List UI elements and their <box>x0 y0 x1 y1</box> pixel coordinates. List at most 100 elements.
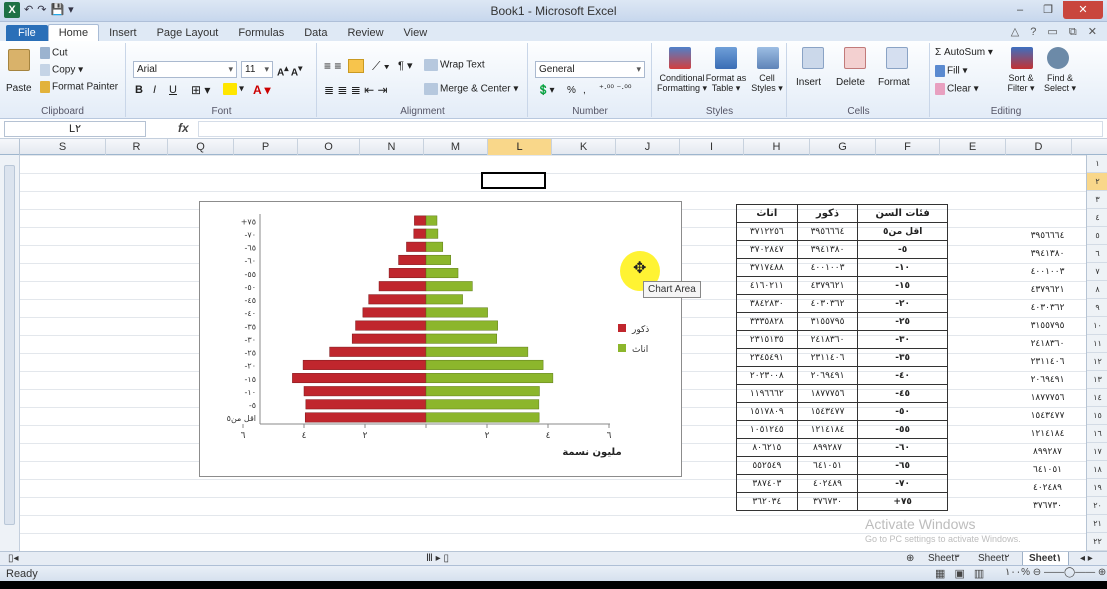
paste-icon[interactable] <box>8 49 30 71</box>
table-cell[interactable]: ٤٣٧٩٦٢١ <box>796 276 859 295</box>
sort-filter-button[interactable]: Sort & Filter ▾ <box>1001 73 1041 94</box>
cell-styles-button[interactable]: Cell Styles ▾ <box>749 73 785 94</box>
row-header[interactable]: ١٥ <box>1087 407 1107 425</box>
row-header[interactable]: ١٨ <box>1087 461 1107 479</box>
table-cell[interactable]: -٤٠ <box>857 366 948 385</box>
table-header-cell[interactable]: اناث <box>736 204 798 223</box>
table-cell[interactable]: -١٠ <box>857 258 948 277</box>
row-header[interactable]: ٢ <box>1087 173 1107 191</box>
column-header-d[interactable]: D <box>1006 139 1072 155</box>
table-cell[interactable]: ٨٠٦٢١٥ <box>736 438 798 457</box>
middle-align-icon[interactable] <box>348 59 364 73</box>
fill-color-button[interactable]: ▾ <box>223 83 244 95</box>
comma-button[interactable]: , <box>583 85 586 96</box>
sort-filter-icon[interactable] <box>1011 47 1033 69</box>
table-cell[interactable]: ٣٣٣٥٨٢٨ <box>736 312 798 331</box>
ribbon-window-controls[interactable]: △ ? ▭ ⧉ ✕ <box>1011 25 1101 39</box>
table-cell[interactable]: ٤٠٣٠٣٦٢ <box>796 294 859 313</box>
insert-sheet-icon[interactable]: ⊕ <box>900 552 920 566</box>
format-button[interactable]: Format <box>878 77 910 88</box>
format-table-icon[interactable] <box>715 47 737 69</box>
row-header[interactable]: ٨ <box>1087 281 1107 299</box>
tab-review[interactable]: Review <box>337 25 393 41</box>
row-header[interactable]: ٥ <box>1087 227 1107 245</box>
rtl-icon[interactable]: ¶ ▾ <box>398 59 413 72</box>
row-header[interactable]: ٢٢ <box>1087 533 1107 551</box>
format-cells-icon[interactable] <box>886 47 908 69</box>
table-cell[interactable]: -٥٠ <box>857 402 948 421</box>
column-d-cell[interactable]: ٤٠٠١٠٠٣ <box>1009 263 1086 281</box>
table-cell[interactable]: ٣٨٤٢٨٣٠ <box>736 294 798 313</box>
font-name-select[interactable]: Arial <box>133 61 237 78</box>
table-cell[interactable]: -٣٥ <box>857 348 948 367</box>
column-d-cell[interactable]: ٣٧٦٧٣٠ <box>1009 497 1086 515</box>
table-cell[interactable]: ٢٣١١٤٠٦ <box>796 348 859 367</box>
paste-button[interactable]: Paste <box>6 83 32 94</box>
row-header[interactable]: ٧ <box>1087 263 1107 281</box>
view-buttons[interactable]: ▦ ▣ ▥ <box>935 567 987 580</box>
table-cell[interactable]: ٢٣١٥١٣٥ <box>736 330 798 349</box>
borders-icon[interactable]: ⊞ ▾ <box>191 83 210 97</box>
zoom-slider[interactable]: ١٠٠% ⊖ ——◯—— ⊕ <box>1005 567 1106 578</box>
table-cell[interactable]: -٦٥ <box>857 456 948 475</box>
scroll-thumb[interactable] <box>4 165 15 525</box>
population-pyramid-chart[interactable]: اقل من٥ -٥ -١٠ -١٥ -٢٠ -٢٥ -٣٠ -٣٥ -٤٠ -٤٥ -٥٠ -٥٥ -… <box>199 201 682 477</box>
insert-cells-icon[interactable] <box>802 47 824 69</box>
row-header[interactable]: ١٣ <box>1087 371 1107 389</box>
column-d-cell[interactable]: ٤٠٣٠٣٦٢ <box>1009 299 1086 317</box>
bold-button[interactable]: B <box>135 84 143 96</box>
column-d-cell[interactable]: ٣٩٤١٣٨٠ <box>1009 245 1086 263</box>
restore-button[interactable]: ❐ <box>1035 1 1061 19</box>
conditional-formatting-button[interactable]: Conditional Formatting ▾ <box>655 73 709 94</box>
column-header-k[interactable]: K <box>552 139 616 155</box>
format-as-table-button[interactable]: Format as Table ▾ <box>705 73 747 94</box>
table-cell[interactable]: ٣٧٠٢٨٤٧ <box>736 240 798 259</box>
row-header[interactable]: ١٩ <box>1087 479 1107 497</box>
table-cell[interactable]: ٣٩٤١٣٨٠ <box>796 240 859 259</box>
row-header[interactable]: ١٢ <box>1087 353 1107 371</box>
table-cell[interactable]: ٣١٥٥٧٩٥ <box>796 312 859 331</box>
row-header[interactable]: ٤ <box>1087 209 1107 227</box>
table-cell[interactable]: -٤٥ <box>857 384 948 403</box>
table-header-cell[interactable]: فئات السن <box>857 204 948 223</box>
column-header-p[interactable]: P <box>234 139 298 155</box>
column-header-s[interactable]: S <box>20 139 106 155</box>
column-header-h[interactable]: H <box>744 139 810 155</box>
table-cell[interactable]: ٢٤١٨٣٦٠ <box>796 330 859 349</box>
row-header[interactable]: ١١ <box>1087 335 1107 353</box>
fill-button[interactable]: Fill ▾ <box>935 65 968 77</box>
row-header[interactable]: ٢١ <box>1087 515 1107 533</box>
table-cell[interactable]: ٤١٦٠٢١١ <box>736 276 798 295</box>
close-button[interactable]: ✕ <box>1063 1 1103 19</box>
column-header-e[interactable]: E <box>940 139 1006 155</box>
find-select-button[interactable]: Find & Select ▾ <box>1041 73 1079 94</box>
column-d-cell[interactable]: ١٢١٤١٨٤ <box>1009 425 1086 443</box>
table-cell[interactable]: ٢٠٢٣٠٠٨ <box>736 366 798 385</box>
number-format-select[interactable]: General <box>535 61 645 78</box>
top-align-icon[interactable]: ≡ ≡ <box>324 59 341 73</box>
table-header-cell[interactable]: ذكور <box>796 204 859 223</box>
column-header-m[interactable]: M <box>424 139 488 155</box>
table-cell[interactable]: ٣٧١٢٢٥٦ <box>736 222 798 241</box>
table-cell[interactable]: -٧٠ <box>857 474 948 493</box>
table-cell[interactable]: ٣٨٧٤٠٣ <box>736 474 798 493</box>
table-cell[interactable]: ٨٩٩٢٨٧ <box>796 438 859 457</box>
table-cell[interactable]: -٥ <box>857 240 948 259</box>
minimize-button[interactable]: – <box>1007 1 1033 19</box>
column-d-cell[interactable]: ٦٤١٠٥١ <box>1009 461 1086 479</box>
table-cell[interactable]: ١١٩٦٦٦٢ <box>736 384 798 403</box>
table-cell[interactable]: ١٥١٧٨٠٩ <box>736 402 798 421</box>
active-cell[interactable] <box>481 172 546 189</box>
column-d-cell[interactable]: ٤٠٢٤٨٩ <box>1009 479 1086 497</box>
table-cell[interactable]: -٢٠ <box>857 294 948 313</box>
table-cell[interactable]: -٥٥ <box>857 420 948 439</box>
table-cell[interactable]: -١٥ <box>857 276 948 295</box>
table-cell[interactable]: ٤٠٢٤٨٩ <box>796 474 859 493</box>
row-header[interactable]: ٢٠ <box>1087 497 1107 515</box>
table-cell[interactable]: ١٥٤٣٤٧٧ <box>796 402 859 421</box>
row-header[interactable]: ١٤ <box>1087 389 1107 407</box>
column-d-cell[interactable]: ٢٠٦٩٤٩١ <box>1009 371 1086 389</box>
vertical-scrollbar[interactable] <box>0 155 20 551</box>
tab-insert[interactable]: Insert <box>99 25 147 41</box>
grow-font-button[interactable]: A▴ A▾ <box>277 63 302 78</box>
